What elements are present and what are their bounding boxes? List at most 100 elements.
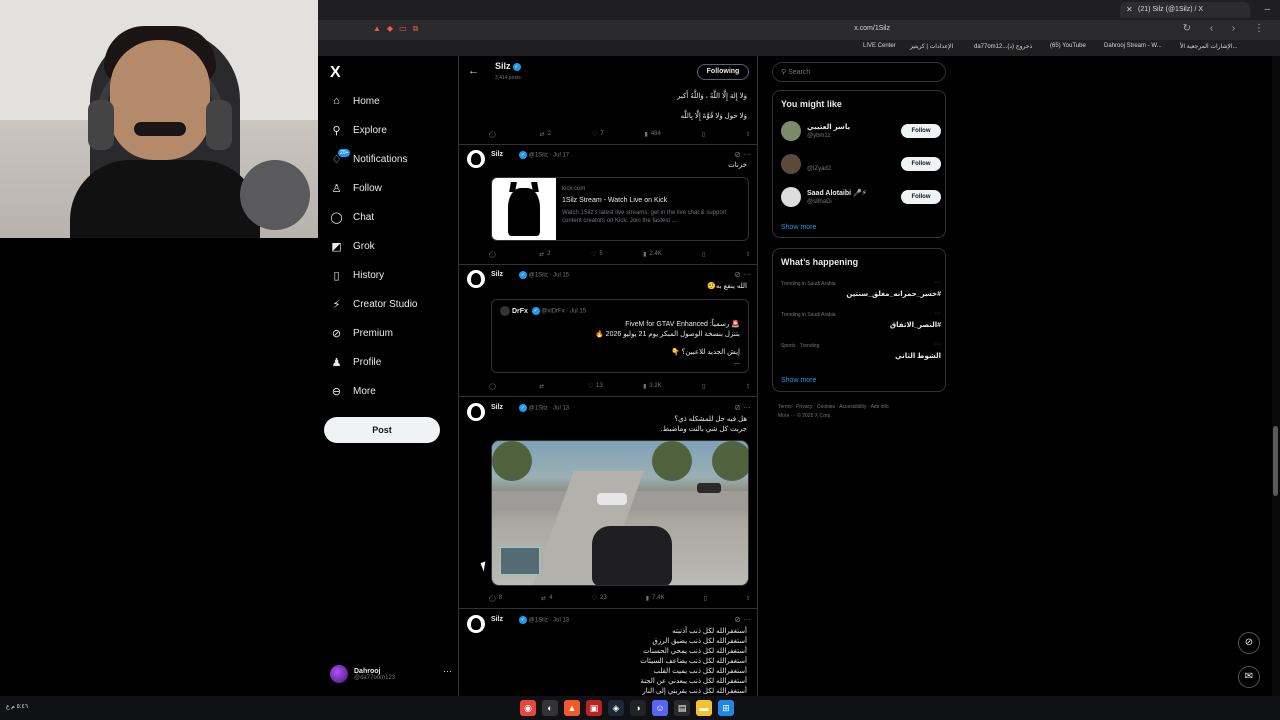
- avatar[interactable]: [467, 615, 485, 633]
- bookmark-button[interactable]: ▯: [702, 249, 705, 259]
- windows-icon[interactable]: ⊞: [718, 700, 734, 716]
- sidebar-item-chat[interactable]: ◯ Chat: [330, 206, 374, 228]
- trend-item[interactable]: Trending in Saudi Arabia ··· #النصر_الات…: [781, 310, 941, 336]
- back-arrow-icon[interactable]: ←: [468, 65, 479, 77]
- bookmark-item[interactable]: Dahrooj Stream - W...: [1104, 43, 1162, 49]
- discord-icon[interactable]: ☺: [652, 700, 668, 716]
- follow-button[interactable]: Follow: [901, 157, 941, 171]
- like-button[interactable]: ♡ 13: [588, 381, 603, 391]
- repost-button[interactable]: ⇄ 4: [541, 593, 552, 603]
- follow-button[interactable]: Follow: [901, 190, 941, 204]
- views-button[interactable]: ▮ 484: [645, 129, 661, 139]
- more-icon[interactable]: ⊘ ···: [734, 403, 751, 412]
- url-text[interactable]: x.com/1Silz: [854, 25, 890, 32]
- bookmark-item[interactable]: da77om12...(د) ذحروج: [974, 43, 1032, 50]
- x-logo-icon[interactable]: X: [330, 64, 341, 82]
- show-more-link[interactable]: Show more: [781, 377, 816, 384]
- sidebar-item-home[interactable]: ⌂ Home: [330, 90, 380, 112]
- account-switcher[interactable]: Dahrooj @da77oom123 ···: [330, 662, 460, 686]
- views-button[interactable]: ▮ 2.4K: [643, 249, 662, 259]
- views-button[interactable]: ▮ 7.4K: [646, 593, 665, 603]
- reply-button[interactable]: ◯: [489, 381, 499, 391]
- avatar[interactable]: [467, 150, 485, 168]
- bookmark-item[interactable]: (65) YouTube: [1050, 43, 1086, 49]
- browser-extension-icons[interactable]: ▲◆▭⧉: [373, 24, 424, 34]
- app-icon[interactable]: ▤: [674, 700, 690, 716]
- bookmark-item[interactable]: الإشارات المرجعية الأ...: [1180, 43, 1238, 50]
- follow-button[interactable]: Follow: [901, 124, 941, 138]
- link-card[interactable]: kick.com 1Silz Stream - Watch Live on Ki…: [491, 177, 749, 241]
- like-button[interactable]: ♡ 23: [592, 593, 607, 603]
- like-button[interactable]: ♡ 7: [592, 129, 604, 139]
- share-icon[interactable]: ⇪: [746, 249, 751, 259]
- page-scrollbar[interactable]: [1272, 56, 1280, 696]
- sidebar-item-follow[interactable]: ♙ Follow: [330, 177, 382, 199]
- show-more-link[interactable]: Show more: [781, 224, 816, 231]
- app-icon[interactable]: ◑: [630, 700, 646, 716]
- bookmark-item[interactable]: الإعدادات | كريتيز: [910, 43, 953, 50]
- more-icon[interactable]: ···: [443, 666, 452, 676]
- more-icon[interactable]: ···: [934, 341, 941, 348]
- bookmark-item[interactable]: LIVE Center: [863, 43, 896, 49]
- suggestion-item[interactable]: @lZyad2 Follow: [781, 154, 941, 178]
- app-icon[interactable]: ▣: [586, 700, 602, 716]
- chrome-icon[interactable]: ◉: [520, 700, 536, 716]
- share-icon[interactable]: ⇪: [746, 381, 751, 391]
- folder-icon[interactable]: ▬: [696, 700, 712, 716]
- repost-button[interactable]: ⇄: [539, 381, 547, 391]
- avatar[interactable]: [467, 403, 485, 421]
- quoted-tweet[interactable]: DrFx ✓ @xlDrFx · Jul 15 🚨 رسمياً: FiveM …: [491, 299, 749, 373]
- like-button[interactable]: ♡ 5: [591, 249, 603, 259]
- sidebar-item-explore[interactable]: ⚲ Explore: [330, 119, 386, 141]
- app-icon[interactable]: ◐: [542, 700, 558, 716]
- tweet-author-name[interactable]: Silz: [491, 404, 503, 411]
- sidebar-item-profile[interactable]: ♟ Profile: [330, 351, 382, 373]
- following-button[interactable]: Following: [697, 64, 749, 80]
- search-input[interactable]: ⚲ Search: [772, 62, 946, 82]
- scrollbar-thumb[interactable]: [1273, 426, 1278, 496]
- avatar[interactable]: [467, 270, 485, 288]
- sidebar-item-premium[interactable]: ⊘ Premium: [330, 322, 393, 344]
- reply-button[interactable]: ◯ 8: [489, 593, 502, 603]
- sidebar-item-history[interactable]: ▯ History: [330, 264, 384, 286]
- bookmark-button[interactable]: ▯: [704, 593, 707, 603]
- sidebar-item-grok[interactable]: ◩ Grok: [330, 235, 374, 257]
- close-tab-icon[interactable]: ✕: [1126, 5, 1133, 14]
- tweet-author-name[interactable]: Silz: [491, 151, 503, 158]
- tweet-author-name[interactable]: Silz: [491, 271, 503, 278]
- trend-item[interactable]: Trending in Saudi Arabia ··· #خسر_حمرانه…: [781, 279, 941, 305]
- post-button[interactable]: Post: [324, 417, 440, 443]
- suggestion-item[interactable]: ياسر العتيبي @ybm1z Follow: [781, 121, 941, 145]
- more-icon[interactable]: ···: [934, 279, 941, 286]
- steam-icon[interactable]: ◈: [608, 700, 624, 716]
- share-icon[interactable]: ⇪: [746, 129, 751, 139]
- trend-item[interactable]: Sports · Trending ··· الشوط الثاني: [781, 341, 941, 367]
- reply-button[interactable]: ◯: [489, 249, 499, 259]
- reply-button[interactable]: ◯: [489, 129, 499, 139]
- system-tray[interactable]: ٥:٤٦ م ع: [6, 703, 28, 710]
- grok-icon[interactable]: ⊘: [1238, 632, 1260, 654]
- more-icon[interactable]: ⊘ ···: [734, 150, 751, 159]
- window-minimize-icon[interactable]: –: [1264, 4, 1270, 15]
- more-icon[interactable]: ···: [934, 310, 941, 317]
- sidebar-item-more[interactable]: ⊖ More: [330, 380, 376, 402]
- address-bar[interactable]: ▲◆▭⧉ x.com/1Silz ↻ ‹ › ⋮: [318, 20, 1280, 40]
- premium-icon: ⊘: [331, 327, 342, 340]
- views-button[interactable]: ▮ 3.2K: [643, 381, 662, 391]
- more-icon[interactable]: ⊘ ···: [734, 615, 751, 624]
- tweet-video[interactable]: [491, 440, 749, 586]
- repost-button[interactable]: ⇄ 2: [539, 249, 550, 259]
- browser-tab[interactable]: ✕ (21) Silz (@1Silz) / X: [1120, 2, 1250, 18]
- share-icon[interactable]: ⇪: [746, 593, 751, 603]
- browser-toolbar-icons[interactable]: ↻ ‹ › ⋮: [1183, 23, 1272, 34]
- repost-button[interactable]: ⇄ 2: [540, 129, 551, 139]
- bookmark-button[interactable]: ▯: [702, 129, 705, 139]
- bookmark-button[interactable]: ▯: [702, 381, 705, 391]
- suggestion-item[interactable]: Saad Alotaibi 🎤⚡ @s8haDi Follow: [781, 187, 941, 211]
- sidebar-item-creator-studio[interactable]: ⚡ Creator Studio: [330, 293, 418, 315]
- sidebar-item-notifications[interactable]: ♢ 20+ Notifications: [330, 148, 407, 170]
- more-icon[interactable]: ⊘ ···: [734, 270, 751, 279]
- messages-icon[interactable]: ✉: [1238, 666, 1260, 688]
- brave-icon[interactable]: ▲: [564, 700, 580, 716]
- tweet-author-name[interactable]: Silz: [491, 616, 503, 623]
